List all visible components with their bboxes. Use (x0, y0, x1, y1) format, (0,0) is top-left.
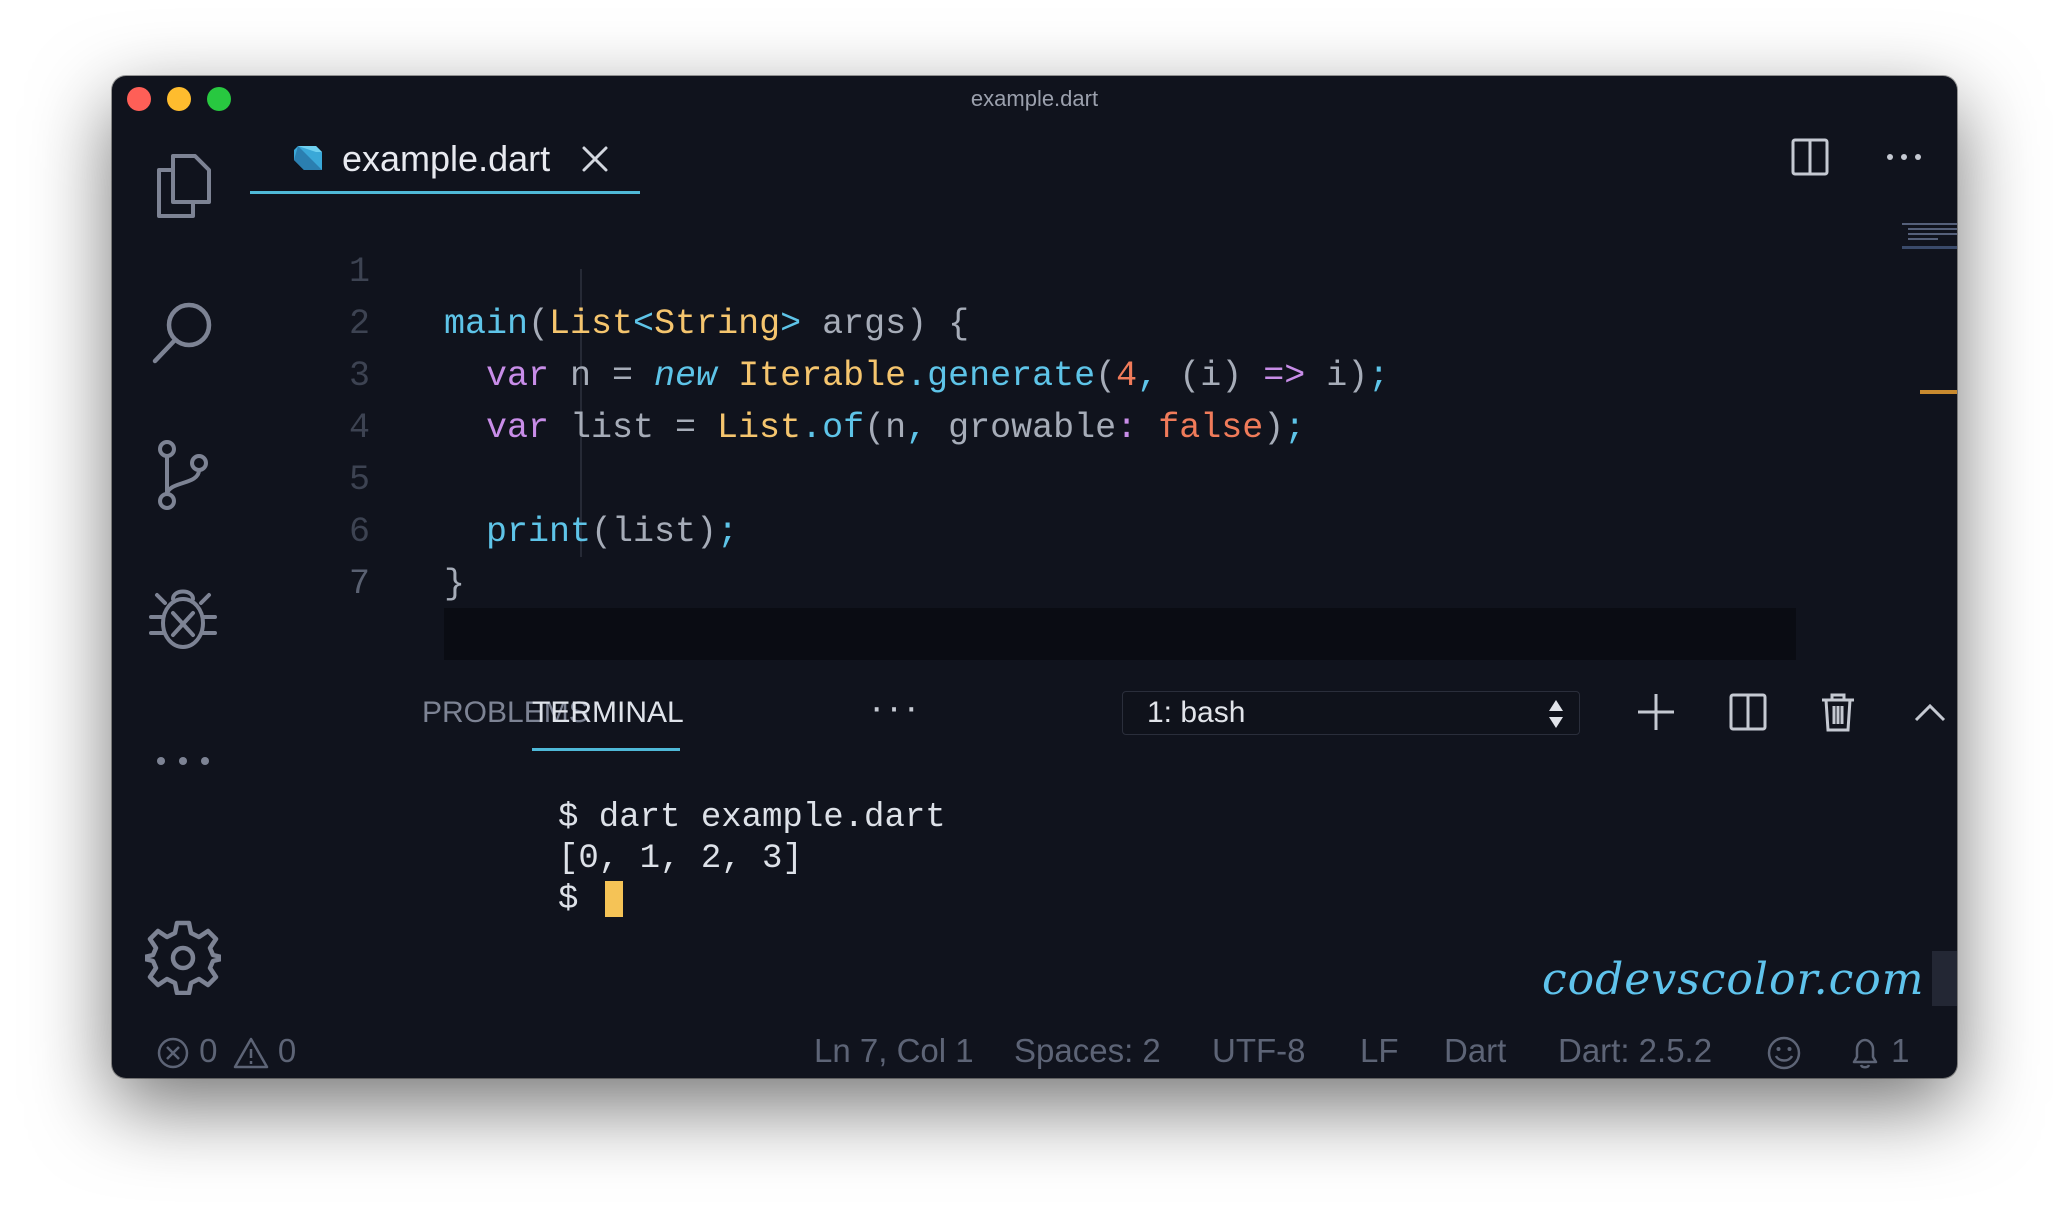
debug-icon[interactable] (142, 578, 224, 660)
code-line: 4 (250, 350, 376, 448)
split-icon (1729, 693, 1767, 731)
problems-status[interactable]: 0 0 (156, 1032, 296, 1070)
source-control-icon[interactable] (142, 434, 224, 516)
terminal-selector-label: 1: bash (1147, 696, 1246, 729)
more-icon (1887, 154, 1921, 160)
code-line: 2 var n = new Iterable.generate(4, (i) =… (250, 246, 1389, 396)
search-icon[interactable] (142, 292, 224, 374)
code-line: 1 main(List<String> args) { (250, 194, 969, 344)
settings-icon[interactable] (142, 916, 224, 998)
explorer-icon[interactable] (142, 145, 224, 227)
line-number: 7 (348, 564, 370, 604)
plus-icon (1638, 694, 1674, 730)
terminal-cursor (604, 881, 623, 918)
terminal-line: [0, 1, 2, 3] (558, 840, 803, 878)
language-status[interactable]: Dart (1444, 1032, 1506, 1070)
split-editor-button[interactable] (1789, 136, 1831, 178)
encoding-status[interactable]: UTF-8 (1212, 1032, 1306, 1070)
terminal-selector[interactable]: 1: bash (1122, 691, 1580, 735)
more-actions-button[interactable] (1883, 136, 1925, 178)
tab-terminal[interactable]: TERMINAL (532, 696, 684, 730)
warning-icon (233, 1038, 268, 1069)
notification-count: 1 (1891, 1032, 1910, 1069)
activity-bar (112, 120, 250, 1020)
code-line: 3 var list = List.of(n, growable: false)… (250, 298, 1305, 448)
tab-bar: example.dart (250, 120, 1957, 194)
select-arrows-icon (1549, 700, 1563, 728)
tab-example-dart[interactable]: example.dart (250, 120, 640, 194)
editor-actions (1789, 120, 1925, 194)
editor-window: example.dart example.dart 1 main(List<St… (112, 76, 1957, 1078)
chevron-up-icon (1914, 703, 1946, 722)
more-icon[interactable] (142, 720, 224, 802)
terminal-prompt-line: $ (558, 880, 946, 921)
code-editor[interactable]: 1 main(List<String> args) { 2 var n = ne… (250, 194, 1870, 669)
code-line: 5 print(list); (250, 402, 738, 552)
panel-more-button[interactable]: ··· (870, 685, 922, 730)
active-panel-tab-indicator (532, 748, 680, 751)
window-title: example.dart (970, 86, 1099, 111)
current-line-highlight (444, 608, 1796, 660)
indentation-status[interactable]: Spaces: 2 (1014, 1032, 1161, 1070)
terminal-output[interactable]: $ dart example.dart [0, 1, 2, 3] $ (558, 798, 946, 921)
close-icon[interactable] (580, 144, 610, 174)
terminal-scrollbar[interactable] (1932, 951, 1957, 1006)
maximize-panel-button[interactable] (1904, 686, 1956, 738)
notifications-status[interactable]: 1 (1848, 1032, 1910, 1071)
warning-count: 0 (277, 1032, 297, 1069)
watermark: codevscolor.com (1542, 954, 1925, 1005)
eol-status[interactable]: LF (1360, 1032, 1399, 1070)
cursor-position[interactable]: Ln 7, Col 1 (814, 1032, 974, 1070)
sdk-version-status[interactable]: Dart: 2.5.2 (1558, 1032, 1712, 1070)
error-count: 0 (199, 1032, 218, 1069)
tab-label: example.dart (342, 138, 551, 179)
error-icon (157, 1038, 189, 1069)
kill-terminal-button[interactable] (1812, 686, 1864, 738)
feedback-button[interactable] (1766, 1032, 1802, 1071)
split-terminal-button[interactable] (1722, 686, 1774, 738)
split-editor-icon (1791, 138, 1829, 176)
title-bar: example.dart (112, 76, 1957, 120)
overview-ruler-marker (1920, 390, 1957, 394)
bell-icon (1852, 1039, 1878, 1069)
trash-icon (1822, 693, 1854, 732)
code-line: 6 } (250, 454, 465, 604)
code-line: 7 (250, 506, 376, 604)
status-bar: 0 0 Ln 7, Col 1 Spaces: 2 UTF-8 LF Dart … (112, 1026, 1957, 1078)
new-terminal-button[interactable] (1630, 686, 1682, 738)
smiley-icon (1767, 1037, 1801, 1070)
minimap[interactable] (1902, 220, 1957, 250)
terminal-line: $ dart example.dart (558, 799, 946, 837)
dart-icon (294, 146, 322, 170)
